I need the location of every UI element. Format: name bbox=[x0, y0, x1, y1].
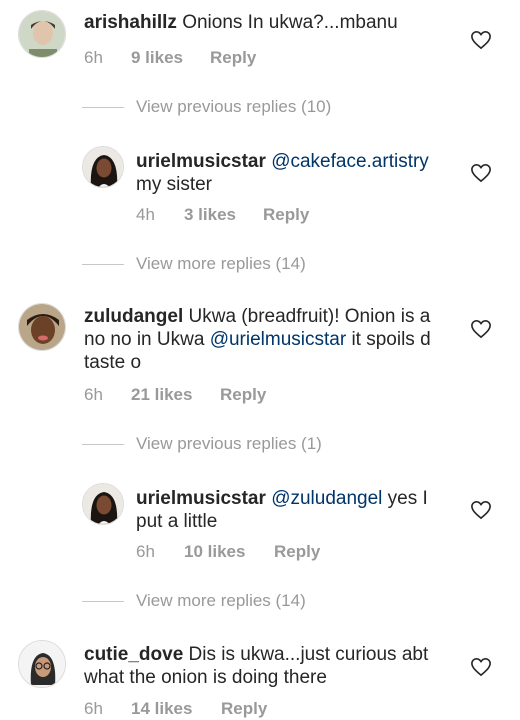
reply-button[interactable]: Reply bbox=[210, 48, 256, 68]
timestamp: 4h bbox=[136, 205, 155, 224]
username[interactable]: urielmusicstar bbox=[136, 151, 266, 172]
heart-outline-icon[interactable] bbox=[470, 500, 492, 520]
view-replies-label[interactable]: View more replies (14) bbox=[136, 591, 306, 611]
comment-meta: 6h 14 likes Reply bbox=[84, 699, 384, 719]
likes-count[interactable]: 9 likes bbox=[131, 48, 183, 68]
divider bbox=[82, 107, 124, 108]
username[interactable]: zuludangel bbox=[84, 306, 183, 327]
mention-link[interactable]: @zuludangel bbox=[271, 488, 382, 509]
likes-count[interactable]: 10 likes bbox=[184, 542, 245, 562]
reply-button[interactable]: Reply bbox=[221, 699, 267, 719]
reply-button[interactable]: Reply bbox=[274, 542, 320, 562]
view-more-replies[interactable]: View more replies (14) bbox=[82, 591, 382, 611]
comment-body: urielmusicstar @cakeface.artistry my sis… bbox=[136, 150, 456, 196]
timestamp: 6h bbox=[136, 542, 155, 561]
heart-outline-icon[interactable] bbox=[470, 163, 492, 183]
comment-body: urielmusicstar @zuludangel yes I put a l… bbox=[136, 487, 456, 533]
likes-count[interactable]: 21 likes bbox=[131, 385, 192, 405]
comment-body: zuludangel Ukwa (breadfruit)! Onion is a… bbox=[84, 305, 452, 374]
avatar[interactable] bbox=[82, 146, 124, 188]
timestamp: 6h bbox=[84, 385, 103, 404]
avatar[interactable] bbox=[18, 303, 66, 351]
avatar[interactable] bbox=[18, 640, 66, 688]
heart-outline-icon[interactable] bbox=[470, 657, 492, 677]
timestamp: 6h bbox=[84, 699, 103, 718]
heart-outline-icon[interactable] bbox=[470, 30, 492, 50]
view-replies-label[interactable]: View previous replies (10) bbox=[136, 97, 331, 117]
comment-body: arishahillz Onions In ukwa?...mbanu bbox=[84, 11, 454, 34]
reply-button[interactable]: Reply bbox=[220, 385, 266, 405]
divider bbox=[82, 264, 124, 265]
comment-body: cutie_dove Dis is ukwa...just curious ab… bbox=[84, 643, 456, 689]
view-replies-label[interactable]: View previous replies (1) bbox=[136, 434, 322, 454]
view-more-replies[interactable]: View more replies (14) bbox=[82, 254, 382, 274]
avatar[interactable] bbox=[18, 10, 66, 58]
username[interactable]: cutie_dove bbox=[84, 644, 183, 665]
divider bbox=[82, 601, 124, 602]
comment-meta: 6h 21 likes Reply bbox=[84, 385, 384, 405]
timestamp: 6h bbox=[84, 48, 103, 67]
avatar[interactable] bbox=[82, 483, 124, 525]
view-replies-label[interactable]: View more replies (14) bbox=[136, 254, 306, 274]
view-previous-replies[interactable]: View previous replies (1) bbox=[82, 434, 382, 454]
username[interactable]: urielmusicstar bbox=[136, 488, 266, 509]
reply-button[interactable]: Reply bbox=[263, 205, 309, 225]
heart-outline-icon[interactable] bbox=[470, 319, 492, 339]
likes-count[interactable]: 3 likes bbox=[184, 205, 236, 225]
divider bbox=[82, 444, 124, 445]
comment-meta: 4h 3 likes Reply bbox=[136, 205, 436, 225]
comment-text: my sister bbox=[136, 174, 212, 195]
mention-link[interactable]: @cakeface.artistry bbox=[271, 151, 429, 172]
comment-meta: 6h 10 likes Reply bbox=[136, 542, 436, 562]
mention-link[interactable]: @urielmusicstar bbox=[210, 329, 346, 350]
likes-count[interactable]: 14 likes bbox=[131, 699, 192, 719]
username[interactable]: arishahillz bbox=[84, 12, 177, 33]
comment-meta: 6h 9 likes Reply bbox=[84, 48, 384, 68]
comment-text: Onions In ukwa?...mbanu bbox=[182, 12, 398, 33]
view-previous-replies[interactable]: View previous replies (10) bbox=[82, 97, 382, 117]
